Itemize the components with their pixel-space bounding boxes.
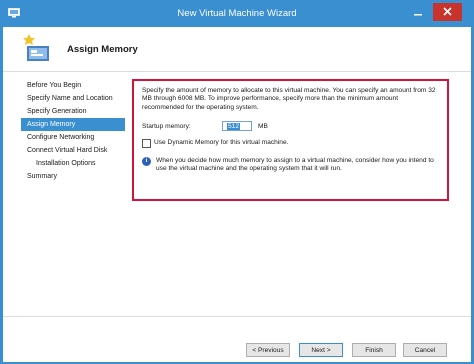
- dynamic-memory-checkbox[interactable]: [142, 139, 151, 148]
- close-button[interactable]: [433, 3, 462, 21]
- dynamic-memory-label[interactable]: Use Dynamic Memory for this virtual mach…: [154, 139, 288, 146]
- memory-description: Specify the amount of memory to allocate…: [142, 87, 436, 111]
- wizard-window: New Virtual Machine Wizard Assign Memory…: [0, 0, 474, 364]
- startup-memory-input[interactable]: 512: [222, 121, 252, 131]
- cancel-button[interactable]: Cancel: [403, 343, 447, 357]
- finish-button[interactable]: Finish: [352, 343, 396, 357]
- nav-item-summary[interactable]: Summary: [21, 170, 125, 183]
- nav-item-installation-options[interactable]: Installation Options: [21, 157, 125, 170]
- nav-item-before-you-begin[interactable]: Before You Begin: [21, 79, 125, 92]
- window-title: New Virtual Machine Wizard: [177, 8, 297, 19]
- info-icon: i: [142, 157, 151, 166]
- memory-info-text: When you decide how much memory to assig…: [156, 157, 434, 173]
- startup-memory-label: Startup memory:: [142, 123, 191, 130]
- memory-wizard-icon: [23, 34, 49, 61]
- nav-item-specify-generation[interactable]: Specify Generation: [21, 105, 125, 118]
- nav-item-connect-virtual-hard-disk[interactable]: Connect Virtual Hard Disk: [21, 144, 125, 157]
- startup-memory-unit: MB: [258, 123, 268, 130]
- minimize-icon[interactable]: [410, 5, 426, 19]
- wizard-body: Before You Begin Specify Name and Locati…: [3, 72, 471, 316]
- startup-memory-value: 512: [227, 123, 241, 130]
- next-button[interactable]: Next >: [299, 343, 343, 357]
- nav-item-assign-memory[interactable]: Assign Memory: [21, 118, 125, 131]
- title-bar[interactable]: New Virtual Machine Wizard: [0, 0, 474, 27]
- wizard-steps-nav: Before You Begin Specify Name and Locati…: [21, 79, 125, 183]
- close-icon: [443, 7, 452, 16]
- nav-item-configure-networking[interactable]: Configure Networking: [21, 131, 125, 144]
- page-title: Assign Memory: [67, 44, 138, 55]
- nav-item-specify-name-location[interactable]: Specify Name and Location: [21, 92, 125, 105]
- assign-memory-panel: Specify the amount of memory to allocate…: [132, 79, 449, 201]
- previous-button[interactable]: < Previous: [246, 343, 290, 357]
- wizard-footer: < Previous Next > Finish Cancel: [3, 316, 471, 362]
- wizard-client-area: Assign Memory Before You Begin Specify N…: [3, 27, 471, 362]
- wizard-header: Assign Memory: [3, 27, 471, 72]
